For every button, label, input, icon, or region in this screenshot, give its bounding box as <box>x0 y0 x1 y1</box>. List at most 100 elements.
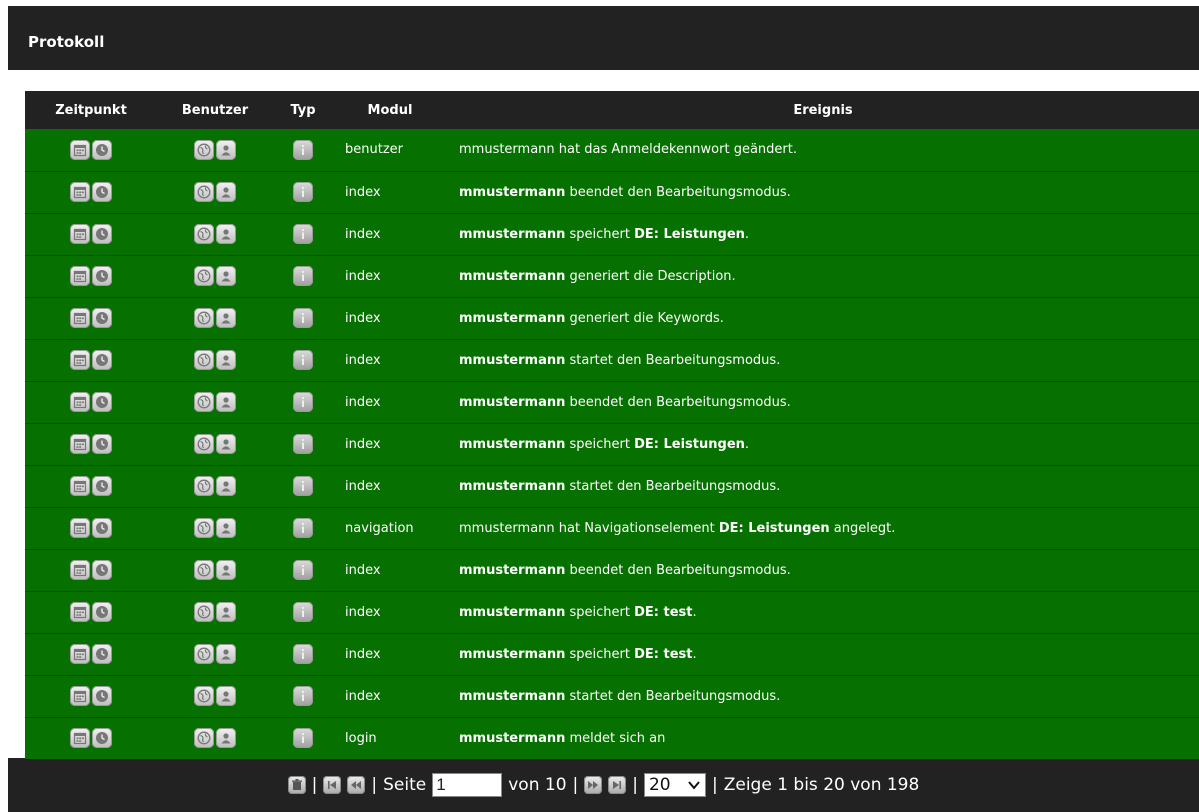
clock-icon[interactable] <box>92 392 112 412</box>
calendar-icon[interactable] <box>70 182 90 202</box>
clock-icon[interactable] <box>92 434 112 454</box>
info-icon[interactable] <box>293 644 313 664</box>
globe-icon[interactable] <box>194 139 214 160</box>
calendar-icon[interactable] <box>70 560 90 580</box>
info-icon[interactable] <box>293 308 313 328</box>
user-icon[interactable] <box>216 392 236 412</box>
column-header-event[interactable]: Ereignis <box>447 91 1199 129</box>
calendar-icon[interactable] <box>70 308 90 328</box>
user-icon[interactable] <box>216 266 236 286</box>
info-icon[interactable] <box>293 602 313 622</box>
info-icon[interactable] <box>293 392 313 412</box>
info-icon[interactable] <box>293 476 313 496</box>
user-icon[interactable] <box>216 434 236 454</box>
calendar-icon[interactable] <box>70 266 90 286</box>
last-page-icon[interactable] <box>608 776 627 794</box>
info-icon[interactable] <box>293 560 313 580</box>
info-icon[interactable] <box>293 139 313 160</box>
calendar-icon[interactable] <box>70 518 90 538</box>
user-icon[interactable] <box>216 518 236 538</box>
globe-icon[interactable] <box>194 686 214 706</box>
clock-icon[interactable] <box>92 728 112 749</box>
user-icon[interactable] <box>216 476 236 496</box>
page-number-input[interactable] <box>432 773 503 797</box>
cell-time <box>25 591 157 633</box>
user-icon[interactable] <box>216 224 236 244</box>
user-icon[interactable] <box>216 728 236 749</box>
cell-user <box>157 129 273 171</box>
user-icon[interactable] <box>216 139 236 160</box>
clock-icon[interactable] <box>92 560 112 580</box>
event-text-segment: meldet sich an <box>565 730 666 746</box>
info-icon[interactable] <box>293 434 313 454</box>
calendar-icon[interactable] <box>70 392 90 412</box>
cell-time <box>25 633 157 675</box>
calendar-icon[interactable] <box>70 602 90 622</box>
clock-icon[interactable] <box>92 602 112 622</box>
globe-icon[interactable] <box>194 644 214 664</box>
column-header-type[interactable]: Typ <box>273 91 333 129</box>
user-icon[interactable] <box>216 308 236 328</box>
page-size-select[interactable]: 20 <box>643 773 706 797</box>
column-header-time[interactable]: Zeitpunkt <box>25 91 157 129</box>
clock-icon[interactable] <box>92 139 112 160</box>
info-icon[interactable] <box>293 182 313 202</box>
cell-type <box>273 549 333 591</box>
info-icon[interactable] <box>293 224 313 244</box>
clock-icon[interactable] <box>92 350 112 370</box>
info-icon[interactable] <box>293 266 313 286</box>
event-text-segment: mmustermann hat das Anmeldekennwort geän… <box>459 142 797 158</box>
previous-page-icon[interactable] <box>347 776 366 794</box>
globe-icon[interactable] <box>194 350 214 370</box>
globe-icon[interactable] <box>194 728 214 749</box>
calendar-icon[interactable] <box>70 139 90 160</box>
globe-icon[interactable] <box>194 224 214 244</box>
info-icon[interactable] <box>293 518 313 538</box>
calendar-icon[interactable] <box>70 350 90 370</box>
cell-user <box>157 213 273 255</box>
user-icon[interactable] <box>216 182 236 202</box>
column-header-module[interactable]: Modul <box>333 91 447 129</box>
clock-icon[interactable] <box>92 308 112 328</box>
cell-user <box>157 591 273 633</box>
user-icon[interactable] <box>216 350 236 370</box>
next-page-icon[interactable] <box>584 776 603 794</box>
calendar-icon[interactable] <box>70 224 90 244</box>
clock-icon[interactable] <box>92 224 112 244</box>
globe-icon[interactable] <box>194 518 214 538</box>
globe-icon[interactable] <box>194 434 214 454</box>
info-icon[interactable] <box>293 728 313 749</box>
cell-module: index <box>345 352 381 368</box>
clock-icon[interactable] <box>92 686 112 706</box>
clock-icon[interactable] <box>92 518 112 538</box>
first-page-icon[interactable] <box>323 776 342 794</box>
column-header-user[interactable]: Benutzer <box>157 91 273 129</box>
info-icon[interactable] <box>293 686 313 706</box>
globe-icon[interactable] <box>194 476 214 496</box>
user-icon[interactable] <box>216 686 236 706</box>
calendar-icon[interactable] <box>70 644 90 664</box>
calendar-icon[interactable] <box>70 728 90 749</box>
clock-icon[interactable] <box>92 182 112 202</box>
cell-time <box>25 381 157 423</box>
globe-icon[interactable] <box>194 308 214 328</box>
user-icon[interactable] <box>216 560 236 580</box>
info-icon[interactable] <box>293 350 313 370</box>
separator: | <box>632 775 638 795</box>
clock-icon[interactable] <box>92 266 112 286</box>
clock-icon[interactable] <box>92 644 112 664</box>
calendar-icon[interactable] <box>70 476 90 496</box>
globe-icon[interactable] <box>194 392 214 412</box>
globe-icon[interactable] <box>194 182 214 202</box>
cell-user <box>157 339 273 381</box>
globe-icon[interactable] <box>194 602 214 622</box>
user-icon[interactable] <box>216 602 236 622</box>
calendar-icon[interactable] <box>70 686 90 706</box>
calendar-icon[interactable] <box>70 434 90 454</box>
user-icon[interactable] <box>216 644 236 664</box>
globe-icon[interactable] <box>194 266 214 286</box>
pagination-bar: | | Seite von 10 | | 20 | Zeige 1 bis 20… <box>8 758 1199 812</box>
delete-icon[interactable] <box>287 776 306 794</box>
globe-icon[interactable] <box>194 560 214 580</box>
clock-icon[interactable] <box>92 476 112 496</box>
